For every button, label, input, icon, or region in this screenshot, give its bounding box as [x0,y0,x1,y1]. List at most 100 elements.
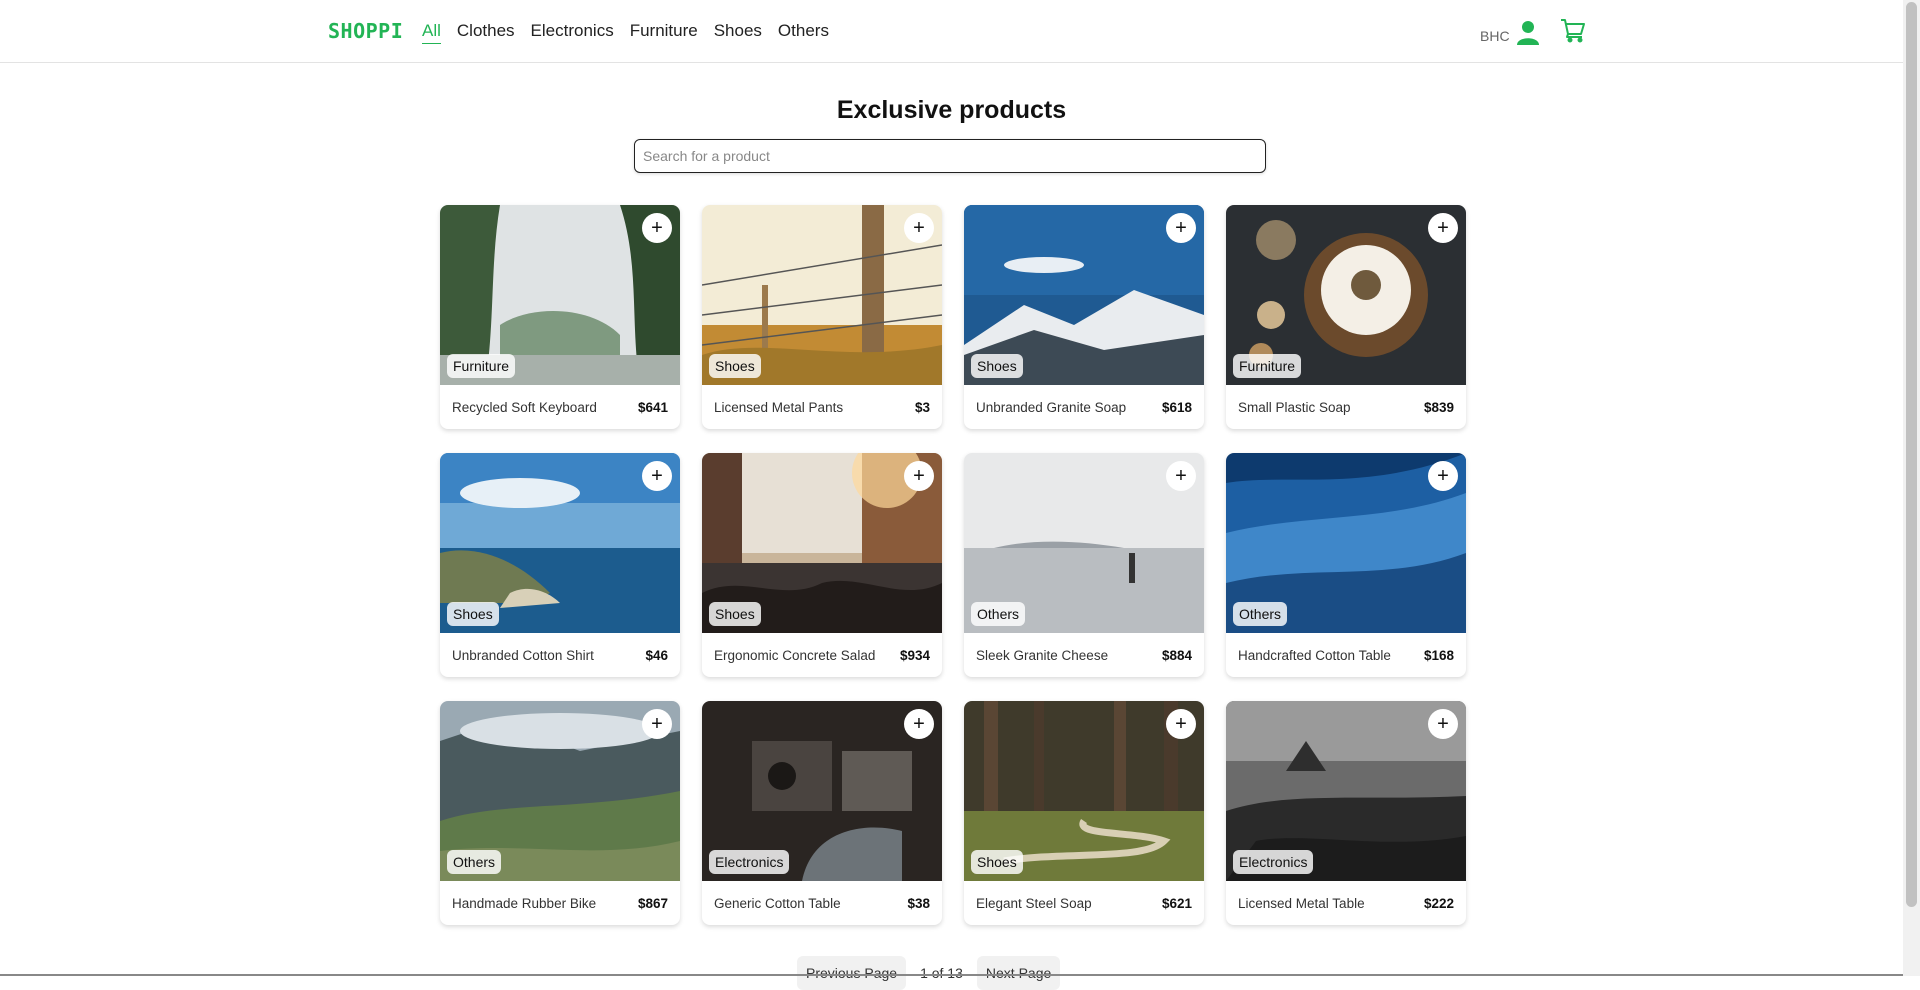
product-card[interactable]: Others + Sleek Granite Cheese $884 [964,453,1204,677]
category-nav: All Clothes Electronics Furniture Shoes … [422,21,845,44]
product-name: Sleek Granite Cheese [976,647,1109,663]
category-badge: Electronics [709,850,790,874]
product-name: Ergonomic Concrete Salad [714,647,876,663]
product-image[interactable]: Shoes + [702,205,942,385]
product-name: Elegant Steel Soap [976,895,1092,911]
add-to-cart-button[interactable]: + [904,709,934,739]
product-price: $46 [645,647,668,663]
product-card[interactable]: Shoes + Elegant Steel Soap $621 [964,701,1204,925]
nav-item-furniture[interactable]: Furniture [630,21,698,44]
product-price: $222 [1423,895,1454,911]
page-title: Exclusive products [836,96,1067,124]
plus-icon: + [913,713,925,735]
category-badge: Furniture [1233,354,1302,378]
product-price: $934 [899,647,930,663]
product-image[interactable]: Shoes + [440,453,680,633]
product-card[interactable]: Electronics + Licensed Metal Table $222 [1226,701,1466,925]
product-image[interactable]: Shoes + [702,453,942,633]
nav-item-shoes[interactable]: Shoes [714,21,762,44]
add-to-cart-button[interactable]: + [1428,213,1458,243]
category-badge: Electronics [1233,850,1314,874]
add-to-cart-button[interactable]: + [1166,461,1196,491]
product-name: Licensed Metal Pants [714,399,844,415]
category-badge: Shoes [709,354,761,378]
user-menu[interactable]: BHC [1480,20,1539,51]
product-image[interactable]: Furniture + [1226,205,1466,385]
nav-item-others[interactable]: Others [778,21,829,44]
plus-icon: + [913,217,925,239]
plus-icon: + [1175,465,1187,487]
plus-icon: + [651,217,663,239]
plus-icon: + [1437,713,1449,735]
product-card[interactable]: Shoes + Licensed Metal Pants $3 [702,205,942,429]
product-image[interactable]: Others + [1226,453,1466,633]
product-image[interactable]: Shoes + [964,205,1204,385]
product-price: $867 [637,895,668,911]
product-image[interactable]: Furniture + [440,205,680,385]
next-page-button[interactable]: Next Page [976,956,1061,990]
product-image[interactable]: Electronics + [702,701,942,881]
add-to-cart-button[interactable]: + [642,213,672,243]
product-name: Unbranded Cotton Shirt [452,647,594,663]
product-image[interactable]: Others + [964,453,1204,633]
user-icon[interactable] [1516,20,1539,51]
category-badge: Others [447,850,502,874]
previous-page-button[interactable]: Previous Page [797,956,907,990]
add-to-cart-button[interactable]: + [642,709,672,739]
product-name: Handmade Rubber Bike [452,895,597,911]
logo[interactable]: SHOPPI [328,19,403,43]
product-price: $884 [1161,647,1192,663]
top-navbar: SHOPPI All Clothes Electronics Furniture… [0,0,1903,63]
category-badge: Others [1233,602,1288,626]
product-name: Generic Cotton Table [714,895,841,911]
category-badge: Shoes [447,602,499,626]
product-price: $641 [637,399,668,415]
product-card[interactable]: Others + Handmade Rubber Bike $867 [440,701,680,925]
product-price: $618 [1161,399,1192,415]
product-grid: Furniture + Recycled Soft Keyboard $641 Shoe… [440,205,1466,925]
product-price: $168 [1423,647,1454,663]
plus-icon: + [1175,217,1187,239]
product-card[interactable]: Shoes + Unbranded Cotton Shirt $46 [440,453,680,677]
product-price: $3 [914,399,930,415]
product-price: $839 [1423,399,1454,415]
product-image[interactable]: Shoes + [964,701,1204,881]
product-name: Handcrafted Cotton Table [1238,647,1391,663]
nav-item-all[interactable]: All [422,21,441,44]
product-card[interactable]: Shoes + Unbranded Granite Soap $618 [964,205,1204,429]
category-badge: Furniture [447,354,516,378]
add-to-cart-button[interactable]: + [1428,709,1458,739]
plus-icon: + [1175,713,1187,735]
plus-icon: + [651,713,663,735]
add-to-cart-button[interactable]: + [1166,709,1196,739]
product-card[interactable]: Electronics + Generic Cotton Table $38 [702,701,942,925]
category-badge: Shoes [709,602,761,626]
product-image[interactable]: Others + [440,701,680,881]
plus-icon: + [1437,217,1449,239]
search-input[interactable] [634,139,1266,173]
product-name: Small Plastic Soap [1238,399,1351,415]
plus-icon: + [913,465,925,487]
product-image[interactable]: Electronics + [1226,701,1466,881]
product-price: $621 [1161,895,1192,911]
cart-icon[interactable] [1560,17,1586,48]
product-card[interactable]: Shoes + Ergonomic Concrete Salad $934 [702,453,942,677]
product-card[interactable]: Others + Handcrafted Cotton Table $168 [1226,453,1466,677]
add-to-cart-button[interactable]: + [642,461,672,491]
add-to-cart-button[interactable]: + [1428,461,1458,491]
add-to-cart-button[interactable]: + [904,461,934,491]
product-price: $38 [907,895,930,911]
nav-item-clothes[interactable]: Clothes [457,21,515,44]
nav-item-electronics[interactable]: Electronics [531,21,614,44]
product-card[interactable]: Furniture + Small Plastic Soap $839 [1226,205,1466,429]
plus-icon: + [651,465,663,487]
product-card[interactable]: Furniture + Recycled Soft Keyboard $641 [440,205,680,429]
category-badge: Others [971,602,1026,626]
product-name: Unbranded Granite Soap [976,399,1127,415]
page-indicator: 1 of 13 [920,965,963,981]
category-badge: Shoes [971,850,1023,874]
add-to-cart-button[interactable]: + [904,213,934,243]
scrollbar-thumb[interactable] [1906,2,1917,907]
pagination: Previous Page 1 of 13 Next Page [797,956,1061,990]
add-to-cart-button[interactable]: + [1166,213,1196,243]
